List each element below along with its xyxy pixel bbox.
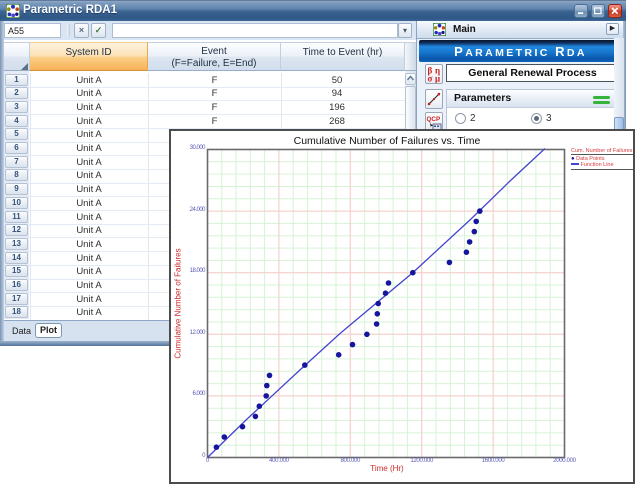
svg-text:QCP: QCP <box>427 116 441 123</box>
svg-text:σ: σ <box>428 74 433 84</box>
svg-text:μ: μ <box>435 74 440 84</box>
